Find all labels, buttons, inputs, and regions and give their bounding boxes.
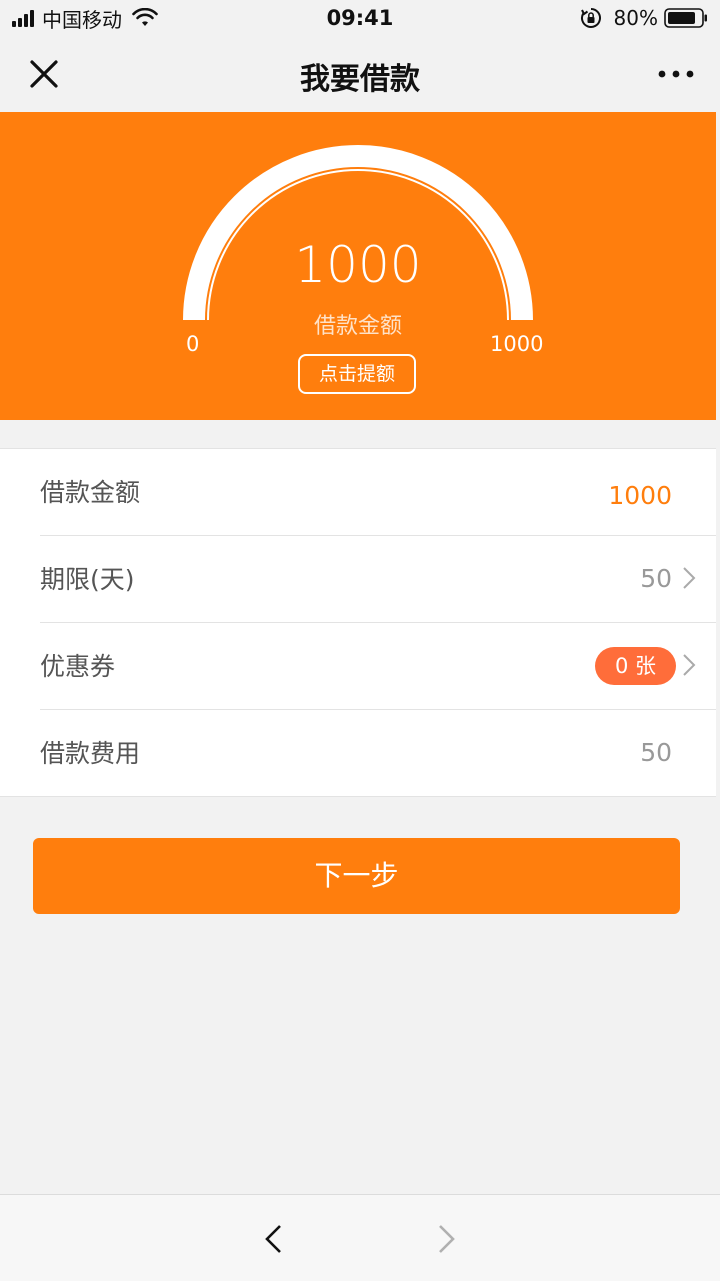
row-label: 借款金额 — [40, 478, 141, 507]
gauge-min-label: 0 — [186, 332, 200, 356]
chevron-right-icon — [683, 654, 696, 676]
gauge-label: 借款金额 — [313, 314, 402, 339]
loan-amount-value: 1000 — [608, 481, 672, 510]
loan-fee-row: 借款费用 50 — [40, 710, 716, 796]
browser-toolbar — [0, 1194, 720, 1281]
loan-fee-value: 50 — [640, 738, 672, 767]
nav-bar: 我要借款 — [0, 36, 720, 112]
coupon-count-badge: 0 张 — [594, 647, 676, 685]
page-title: 我要借款 — [300, 62, 420, 97]
term-value: 50 — [640, 564, 672, 593]
raise-limit-button[interactable]: 点击提额 — [298, 354, 416, 394]
gauge-value: 1000 — [294, 236, 422, 294]
back-icon[interactable] — [262, 1223, 284, 1255]
loan-gauge-panel: 1000 借款金额 0 1000 点击提额 — [0, 112, 716, 420]
status-right: 80% — [580, 6, 708, 30]
rotation-lock-icon — [580, 8, 601, 28]
next-button[interactable]: 下一步 — [33, 838, 680, 914]
status-bar: 中国移动 09:41 80% — [0, 0, 720, 36]
row-label: 优惠券 — [40, 652, 116, 681]
gauge-max-label: 1000 — [490, 332, 544, 356]
battery-icon — [664, 8, 707, 28]
row-label: 期限(天) — [40, 565, 135, 594]
battery-percent: 80% — [613, 6, 658, 30]
row-label: 借款费用 — [40, 739, 141, 768]
loan-amount-row: 借款金额 1000 — [40, 449, 716, 536]
loan-form-list: 借款金额 1000 期限(天) 50 优惠券 0 张 借款费用 50 — [0, 448, 716, 797]
coupon-row[interactable]: 优惠券 0 张 — [40, 623, 716, 710]
chevron-right-icon — [683, 567, 696, 589]
more-icon[interactable] — [658, 66, 694, 82]
forward-icon[interactable] — [436, 1223, 458, 1255]
term-row[interactable]: 期限(天) 50 — [40, 536, 716, 623]
